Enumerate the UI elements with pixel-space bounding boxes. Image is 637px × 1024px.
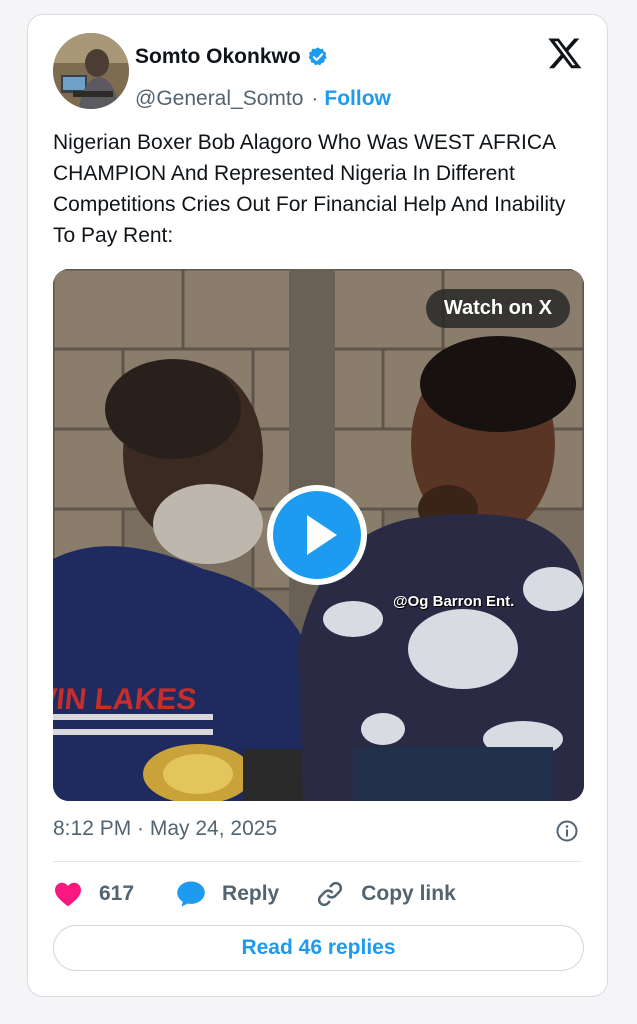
follow-button[interactable]: Follow <box>324 87 391 111</box>
divider <box>53 861 582 862</box>
copy-link-button[interactable]: Copy link <box>315 879 456 909</box>
reply-bubble-icon <box>177 881 205 907</box>
shirt-text: TWIN LAKES <box>53 683 198 716</box>
watch-on-x-button[interactable]: Watch on X <box>425 289 570 328</box>
like-count: 617 <box>99 882 135 905</box>
handle-separator: · <box>311 87 319 110</box>
x-logo-icon[interactable] <box>547 35 583 71</box>
link-icon <box>318 881 343 907</box>
author-handle-row: @General_Somto · Follow <box>135 87 391 111</box>
tweet-card: Somto Okonkwo @General_Somto · Follow Ni… <box>27 14 608 997</box>
avatar[interactable] <box>53 33 129 109</box>
like-button[interactable]: 617 <box>53 881 176 907</box>
avatar-image <box>53 33 129 109</box>
play-icon[interactable] <box>264 482 370 588</box>
video-watermark: @Og Barron Ent. <box>393 593 515 610</box>
tweet-text: Nigerian Boxer Bob Alagoro Who Was WEST … <box>53 131 566 247</box>
reply-button[interactable]: Reply <box>176 880 315 908</box>
page: Somto Okonkwo @General_Somto · Follow Ni… <box>0 0 637 1024</box>
tweet-timestamp[interactable]: 8:12 PM · May 24, 2025 <box>53 817 277 841</box>
author-name[interactable]: Somto Okonkwo <box>135 45 301 69</box>
author-handle[interactable]: @General_Somto <box>135 87 303 111</box>
info-icon[interactable] <box>555 819 579 843</box>
reply-label: Reply <box>222 882 280 905</box>
video-player[interactable]: TWIN LAKES Watch on X @Og Barron Ent. <box>53 269 584 801</box>
copy-link-label: Copy link <box>361 882 456 905</box>
read-replies-button[interactable]: Read 46 replies <box>53 925 584 971</box>
verified-badge-icon <box>308 47 327 66</box>
author-name-row: Somto Okonkwo <box>135 43 329 71</box>
heart-icon <box>55 882 81 907</box>
tweet-actions: 617 Reply Copy link <box>53 877 456 911</box>
